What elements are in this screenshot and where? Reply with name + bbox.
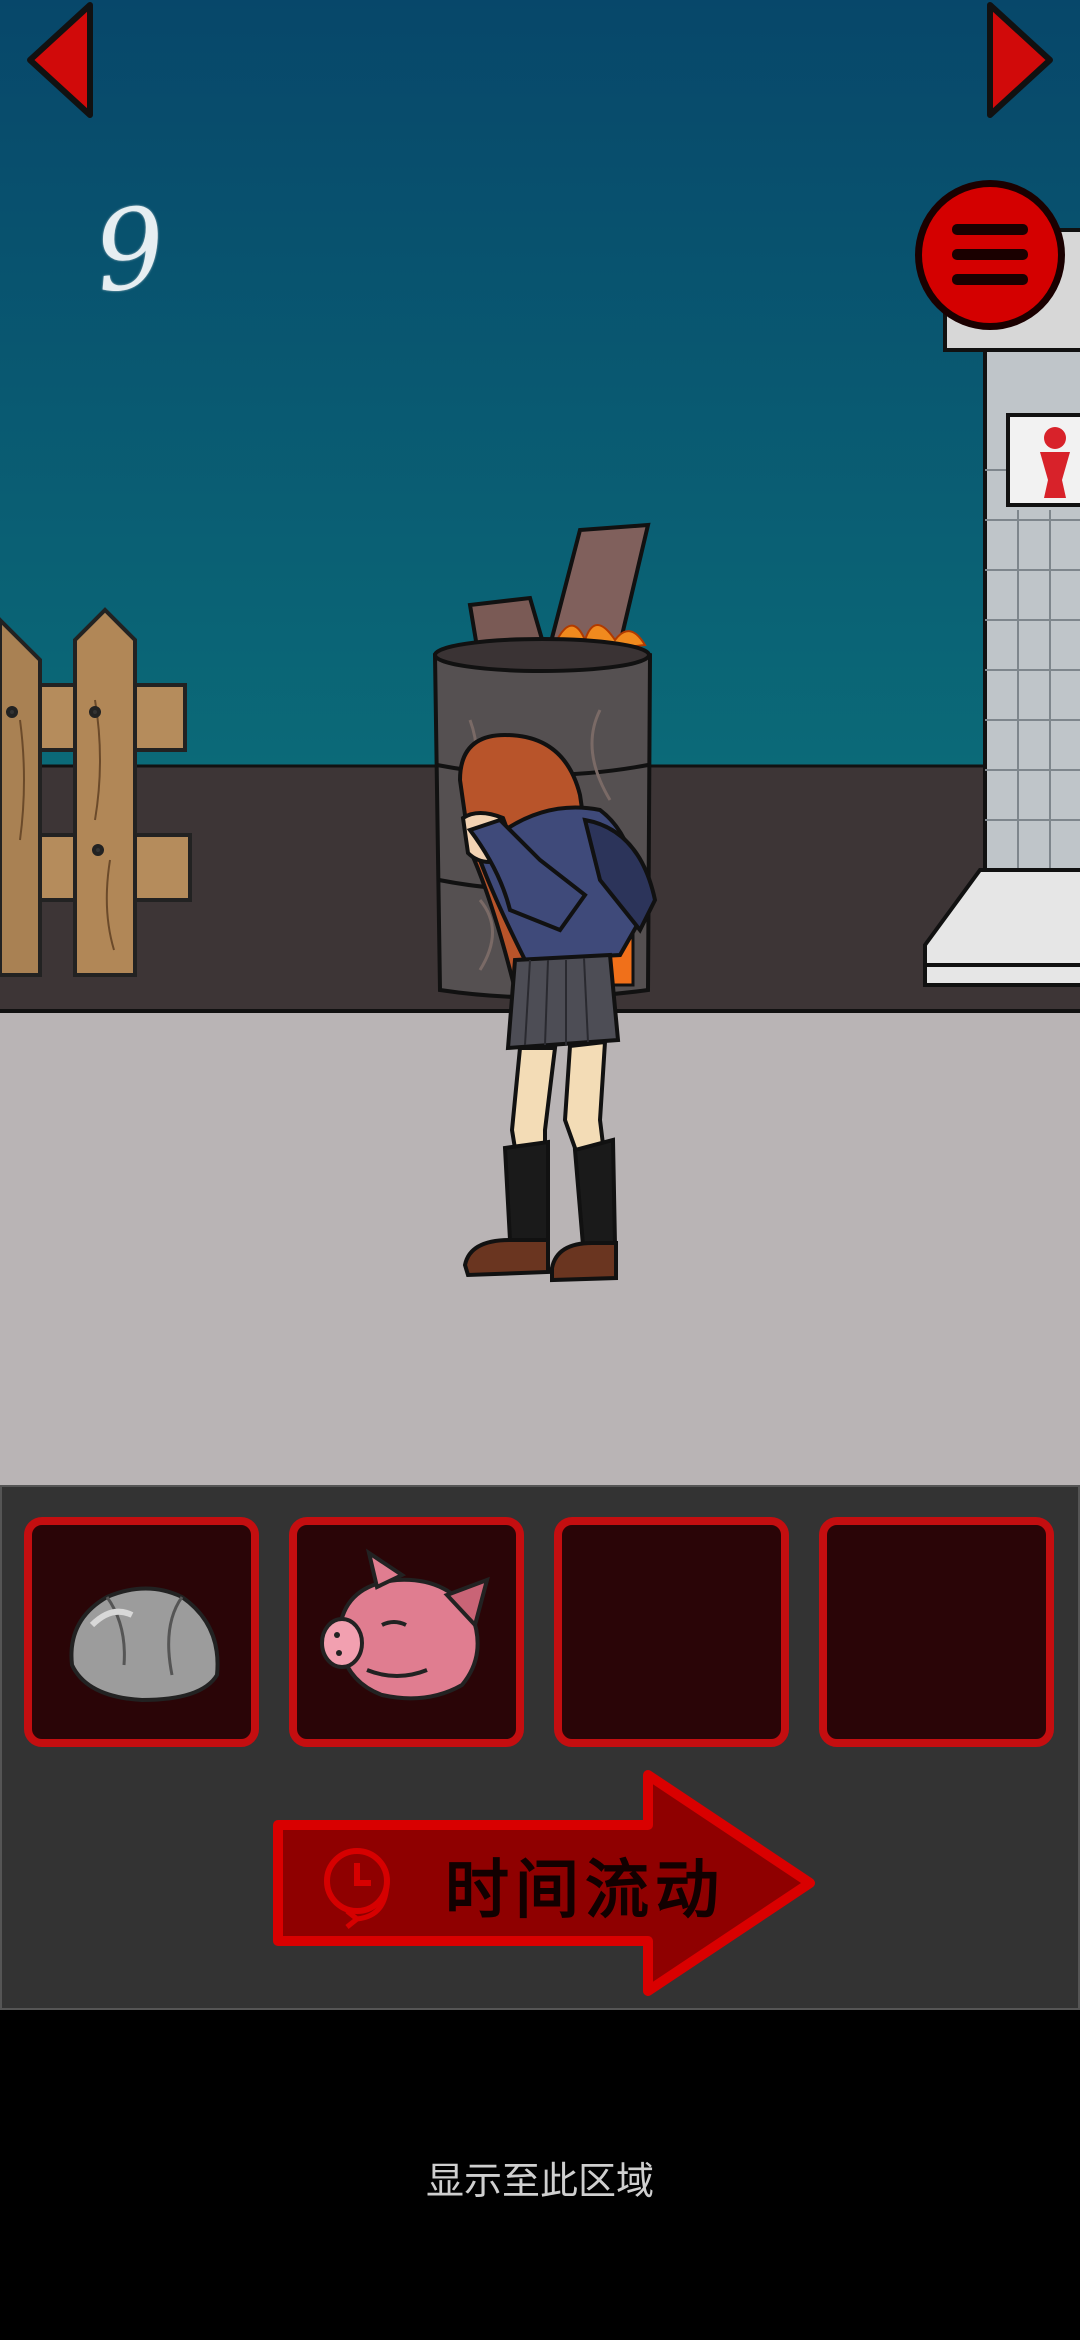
hamburger-menu-icon-line (952, 249, 1028, 260)
step-counter: 9 (88, 182, 172, 318)
inventory-slot-rock[interactable] (24, 1517, 259, 1747)
time-flow-label: 时间流动 (445, 1854, 725, 1928)
inventory-slot-pig-head[interactable] (289, 1517, 524, 1747)
menu-button[interactable] (915, 180, 1065, 330)
hamburger-menu-icon (952, 224, 1028, 235)
hamburger-menu-icon-line (952, 274, 1028, 285)
arrow-right-icon[interactable] (985, 0, 1055, 120)
clock-icon (324, 1848, 390, 1929)
game-scene[interactable]: 9 (0, 0, 1080, 1485)
rock-icon (69, 1586, 220, 1703)
arrow-left-icon[interactable] (25, 0, 95, 120)
pig-head-icon (320, 1548, 490, 1701)
time-flow-button[interactable]: 时间流动 (270, 1767, 820, 1999)
display-area-hint: 显示至此区域 (425, 2159, 654, 2203)
inventory-slot-empty[interactable] (819, 1517, 1054, 1747)
inventory-panel: 时间流动 (0, 1485, 1080, 2010)
inventory-slot-empty[interactable] (554, 1517, 789, 1747)
